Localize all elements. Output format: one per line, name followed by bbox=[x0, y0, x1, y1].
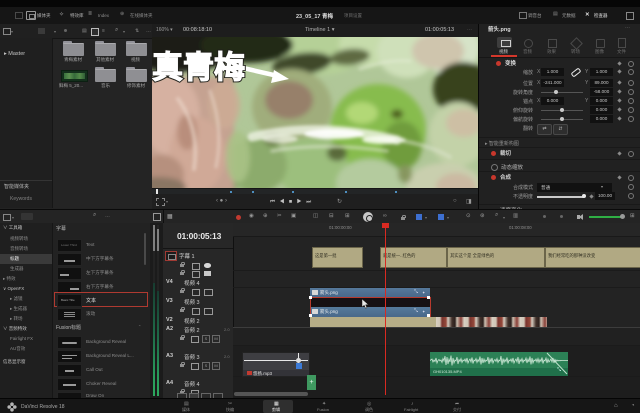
svg-text:真青梅: 真青梅 bbox=[152, 50, 245, 85]
